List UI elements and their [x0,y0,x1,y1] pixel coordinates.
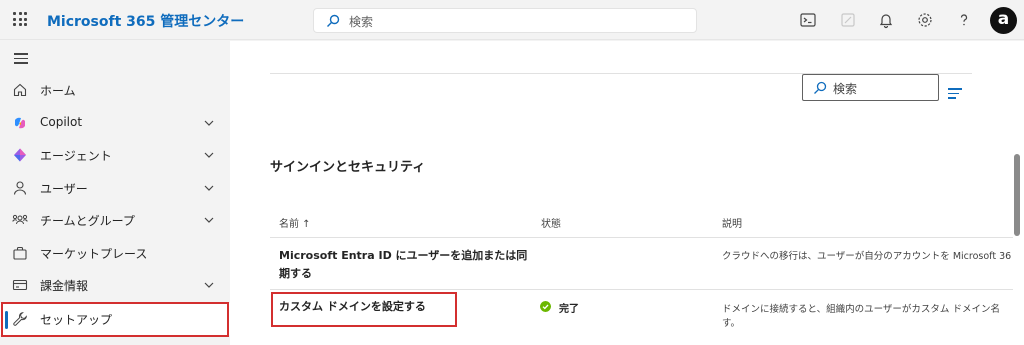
gear-icon[interactable] [916,11,934,29]
divider [270,289,1020,290]
sidebar-item-home[interactable]: ホーム [0,74,230,106]
team-icon [12,214,28,225]
user-icon [13,181,27,195]
app-launcher-icon[interactable] [13,12,27,26]
search-icon [327,14,340,27]
sidebar-item-label: 課金情報 [40,279,89,293]
home-icon [13,83,27,97]
checkmark-icon [540,301,551,312]
chevron-down-icon [204,152,214,158]
bell-icon[interactable] [877,11,895,29]
agent-icon [14,148,26,162]
help-icon[interactable] [955,11,973,29]
sidebar-item-label: ユーザー [40,182,88,196]
search-placeholder: 検索 [833,82,858,96]
row-name-continued[interactable]: 期する [279,265,312,283]
sidebar-item-label: チームとグループ [40,214,135,228]
highlight-box-custom-domain [271,292,457,327]
row-description-continued: す。 [722,318,741,329]
column-header-status[interactable]: 状態 [541,215,561,230]
divider [270,237,1020,238]
sidebar-item-users[interactable]: ユーザー [0,172,230,204]
top-bar: Microsoft 365 管理センター 検索 a [0,0,1024,40]
sidebar-item-label: ホーム [40,84,76,98]
sidebar-item-teams-groups[interactable]: チームとグループ [0,204,230,236]
chevron-down-icon [204,282,214,288]
section-title: サインインとセキュリティ [270,160,426,175]
column-header-name[interactable]: 名前 ↑ [279,215,311,230]
chevron-down-icon [204,120,214,126]
chevron-down-icon [204,217,214,223]
global-search-input[interactable]: 検索 [313,8,697,33]
sidebar-item-label: マーケットプレース [40,247,148,261]
search-icon [814,81,827,94]
billing-icon [12,279,28,291]
bag-icon [13,246,27,260]
sidebar-item-marketplace[interactable]: マーケットプレース [0,237,230,269]
whats-new-icon[interactable] [839,11,857,29]
scrollbar-thumb[interactable] [1014,154,1020,236]
sidebar: ホーム Copilot エージェント ユーザー チームとグループ マーケットプレ… [0,41,230,345]
status-label: 完了 [559,304,579,315]
sidebar-item-copilot[interactable]: Copilot [0,107,230,139]
highlight-box-setup [1,302,229,337]
sidebar-item-label: Copilot [40,115,83,129]
search-placeholder: 検索 [349,15,374,29]
sidebar-item-agents[interactable]: エージェント [0,139,230,171]
row-name[interactable]: Microsoft Entra ID にユーザーを追加または同 [279,247,527,265]
app-title[interactable]: Microsoft 365 管理センター [47,11,244,31]
sidebar-item-billing[interactable]: 課金情報 [0,269,230,301]
row-description: ドメインに接続すると、組織内のユーザーがカスタム ドメイン名 [722,304,1000,315]
avatar[interactable]: a [990,7,1017,34]
terminal-icon[interactable] [799,11,817,29]
hamburger-menu-icon[interactable] [14,53,28,67]
copilot-icon [15,117,25,129]
filter-icon[interactable] [948,88,962,102]
chevron-down-icon [204,185,214,191]
sidebar-item-label: エージェント [40,149,112,163]
column-header-description[interactable]: 説明 [722,215,742,230]
row-description: クラウドへの移行は、ユーザーが自分のアカウントを Microsoft 36 [722,251,1012,262]
list-search-input[interactable]: 検索 [802,74,939,101]
main-content: 検索 サインインとセキュリティ 名前 ↑ 状態 説明 Microsoft Ent… [230,41,1024,345]
